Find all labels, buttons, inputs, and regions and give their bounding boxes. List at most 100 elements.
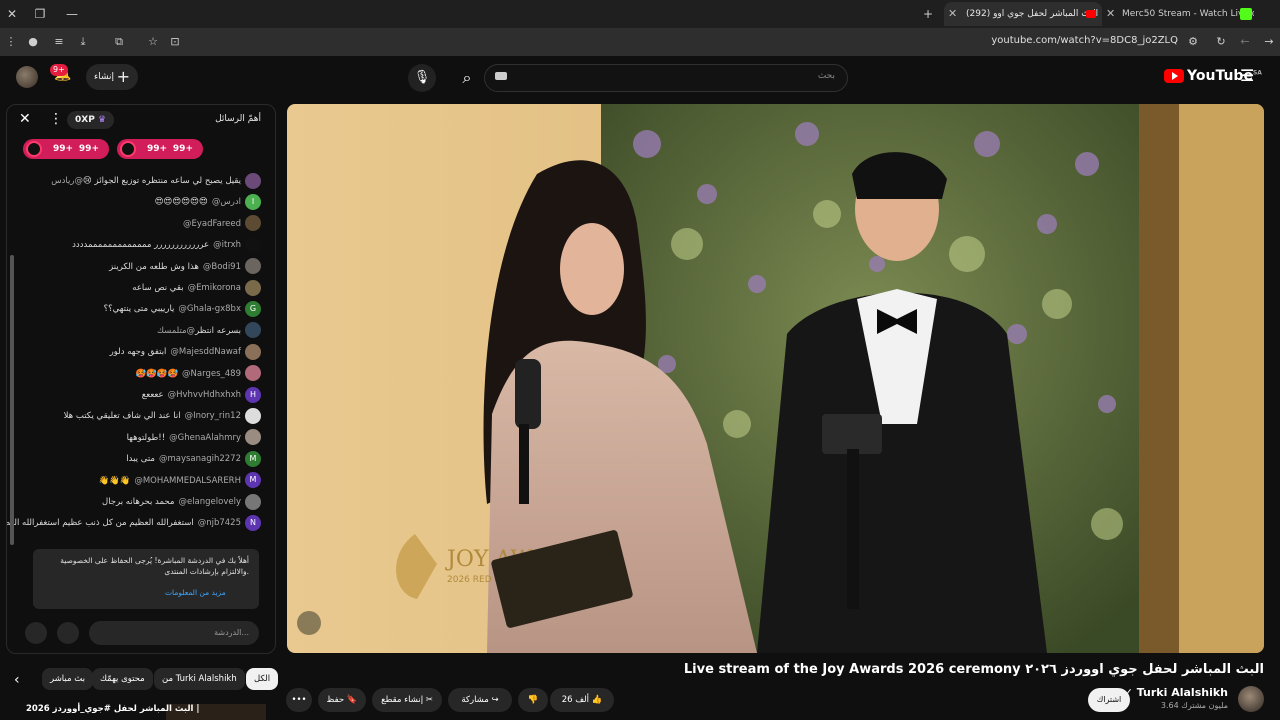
chat-author-name[interactable]: @MajesddNawaf: [170, 347, 241, 357]
chat-author-name[interactable]: @ريادس: [51, 176, 83, 186]
tab-youtube[interactable]: ✕ (292) البث المباشر لحفل جوي اوو: [944, 2, 1102, 26]
voice-search-mic-icon[interactable]: 🎙: [408, 64, 436, 92]
chip-live[interactable]: بث مباشر: [42, 668, 93, 690]
chat-message[interactable]: بقي نص ساعه @Emikorona: [132, 278, 261, 298]
chat-author-avatar[interactable]: [245, 429, 261, 446]
channel-name[interactable]: ✓ Turki Alalshikh: [1124, 686, 1228, 699]
address-bar-url[interactable]: youtube.com/watch?v=8DC8_jo2ZLQ: [991, 35, 1178, 46]
chat-message[interactable]: يقيل يصبح لي ساعه منتظره توزيع الجوائز 😢…: [47, 171, 261, 191]
chat-author-name[interactable]: @متلمسك: [157, 326, 195, 336]
bookmark-star-icon[interactable]: ☆: [144, 33, 162, 51]
chat-author-name[interactable]: @ادرس: [212, 197, 241, 207]
chat-author-avatar[interactable]: [245, 343, 261, 360]
close-tab-icon[interactable]: ✕: [1106, 2, 1115, 26]
chat-author-avatar[interactable]: M: [245, 472, 261, 489]
chat-author-name[interactable]: @Ghala-gx8bx: [178, 304, 241, 314]
chat-message-input[interactable]: الدردشة...: [89, 621, 259, 645]
chat-message[interactable]: بسرعه انتظر@متلمسك: [153, 321, 261, 341]
reload-icon[interactable]: ↻: [1212, 33, 1230, 51]
save-button[interactable]: حفظ 🔖: [318, 688, 366, 712]
chat-author-avatar[interactable]: [245, 236, 261, 253]
like-button[interactable]: 26 ألف 👍: [550, 688, 614, 712]
chat-message[interactable]: ععععع @HvhvvHdhxhxh H: [142, 385, 261, 405]
xp-badge[interactable]: 0XP ♛: [67, 111, 115, 129]
chat-author-avatar[interactable]: N: [245, 514, 261, 531]
chat-author-name[interactable]: @Narges_489: [182, 369, 241, 379]
chat-message[interactable]: محمد بحرهانه برجال @elangelovely: [102, 492, 261, 512]
chat-author-name[interactable]: @GhenaAlahmry: [169, 433, 241, 443]
chat-reaction-pill[interactable]: 99+ 99+: [23, 139, 109, 159]
dislike-button[interactable]: 👎: [518, 688, 548, 712]
chat-author-avatar[interactable]: [245, 322, 261, 339]
forward-icon[interactable]: ←: [1236, 33, 1254, 51]
chat-message[interactable]: انا عند الي شاف تعليقي يكتب هلا @Inory_ri…: [64, 406, 261, 426]
create-button[interactable]: إنشاء +: [86, 64, 138, 90]
chat-author-name[interactable]: @elangelovely: [178, 497, 241, 507]
chip-all[interactable]: الكل: [246, 668, 279, 690]
chat-author-name[interactable]: @MOHAMMEDALSARERH: [134, 476, 241, 486]
chat-author-name[interactable]: @EyadFareed: [183, 219, 241, 229]
recommendation-item[interactable]: البث المباشر لحفل #جوي_أووردز 2026 |: [0, 700, 280, 720]
chat-message[interactable]: استغفرالله العظيم من كل ذنب عظيم استغفرا…: [7, 513, 261, 533]
channel-avatar[interactable]: [1238, 686, 1264, 712]
chat-author-name[interactable]: @Bodi91: [203, 262, 241, 272]
chat-author-avatar[interactable]: H: [245, 386, 261, 403]
subscribe-button[interactable]: اشتراك: [1088, 688, 1130, 712]
chat-author-name[interactable]: @itrxh: [213, 240, 241, 250]
chevron-left-icon[interactable]: ‹: [14, 672, 20, 688]
search-input[interactable]: بحث: [484, 64, 848, 92]
window-minimize-icon[interactable]: —: [62, 4, 82, 24]
chat-author-avatar[interactable]: [245, 279, 261, 296]
share-button[interactable]: مشاركة ↪: [448, 688, 512, 712]
account-avatar[interactable]: [16, 66, 38, 88]
chat-message[interactable]: ابتفق وجهه دلور @MajesddNawaf: [110, 342, 261, 362]
chat-scrollbar[interactable]: [10, 255, 14, 545]
extension-icon[interactable]: ●: [24, 33, 42, 51]
chat-author-avatar[interactable]: [245, 172, 261, 189]
more-actions-button[interactable]: •••: [286, 688, 312, 712]
install-app-icon[interactable]: ⊡: [166, 33, 184, 51]
chat-reaction-pill[interactable]: 99+ 99+: [117, 139, 203, 159]
close-chat-icon[interactable]: ✕: [19, 111, 31, 127]
chat-mode-title[interactable]: أهمّ الرسائل: [215, 114, 261, 124]
chat-message[interactable]: عرررررررررررر مممممممممممممدددد @itrxh: [72, 235, 261, 255]
chat-author-name[interactable]: @Emikorona: [188, 283, 241, 293]
chat-author-avatar[interactable]: I: [245, 193, 261, 210]
window-restore-icon[interactable]: ❐: [30, 4, 50, 24]
keyboard-icon[interactable]: [495, 72, 507, 80]
chat-message[interactable]: 👋👋👋 @MOHAMMEDALSARERH M: [99, 471, 261, 491]
chat-author-avatar[interactable]: [245, 407, 261, 424]
window-close-icon[interactable]: ✕: [2, 4, 22, 24]
chat-message[interactable]: 🥵🥵🥵🥵 @Narges_489: [136, 364, 261, 384]
chat-message[interactable]: يارييبي متى ينتهي؟؟ @Ghala-gx8bx G: [104, 299, 261, 319]
chat-author-avatar[interactable]: [245, 365, 261, 382]
extensions-puzzle-icon[interactable]: ⧉: [110, 33, 128, 51]
chat-author-avatar[interactable]: M: [245, 450, 261, 467]
search-icon[interactable]: ⌕: [452, 64, 482, 92]
clip-button[interactable]: إنشاء مقطع ✂: [372, 688, 442, 712]
chat-message[interactable]: 😍😍😍😍😍😍 @ادرس I: [155, 192, 261, 212]
hamburger-menu-icon[interactable]: ☰: [1240, 66, 1254, 85]
chat-message[interactable]: طولتوهها!! @GhenaAlahmry: [127, 428, 261, 448]
download-icon[interactable]: ⤓: [74, 33, 92, 51]
close-tab-icon[interactable]: ✕: [948, 2, 957, 26]
chat-author-avatar[interactable]: G: [245, 300, 261, 317]
video-player[interactable]: JOY AWARDS 2026 RED CARPET SHOW: [287, 104, 1264, 653]
chip-from-channel[interactable]: من Turki Alalshikh: [154, 668, 245, 690]
tune-icon[interactable]: ⚙: [1184, 33, 1202, 51]
chip-related[interactable]: محتوى يهمّك: [92, 668, 153, 690]
chat-message[interactable]: متى يبدا @maysanagih2272 M: [126, 449, 261, 469]
chat-message[interactable]: @EyadFareed: [179, 214, 261, 234]
chat-author-name[interactable]: @maysanagih2272: [159, 454, 241, 464]
chat-more-options-icon[interactable]: ⋮: [49, 111, 63, 127]
chat-message[interactable]: هذا وش طلعه من الكرينز @Bodi91: [109, 257, 261, 277]
chat-author-name[interactable]: @HvhvvHdhxhxh: [168, 390, 241, 400]
emoji-picker-icon[interactable]: [57, 622, 79, 644]
chat-author-name[interactable]: @Inory_rin12: [185, 411, 241, 421]
chat-author-name[interactable]: @njb7425: [198, 518, 241, 528]
chat-avatar-button[interactable]: [25, 622, 47, 644]
back-icon[interactable]: →: [1260, 33, 1278, 51]
reading-list-icon[interactable]: ≡: [50, 33, 68, 51]
chat-author-avatar[interactable]: [245, 493, 261, 510]
new-tab-icon[interactable]: +: [918, 4, 938, 24]
